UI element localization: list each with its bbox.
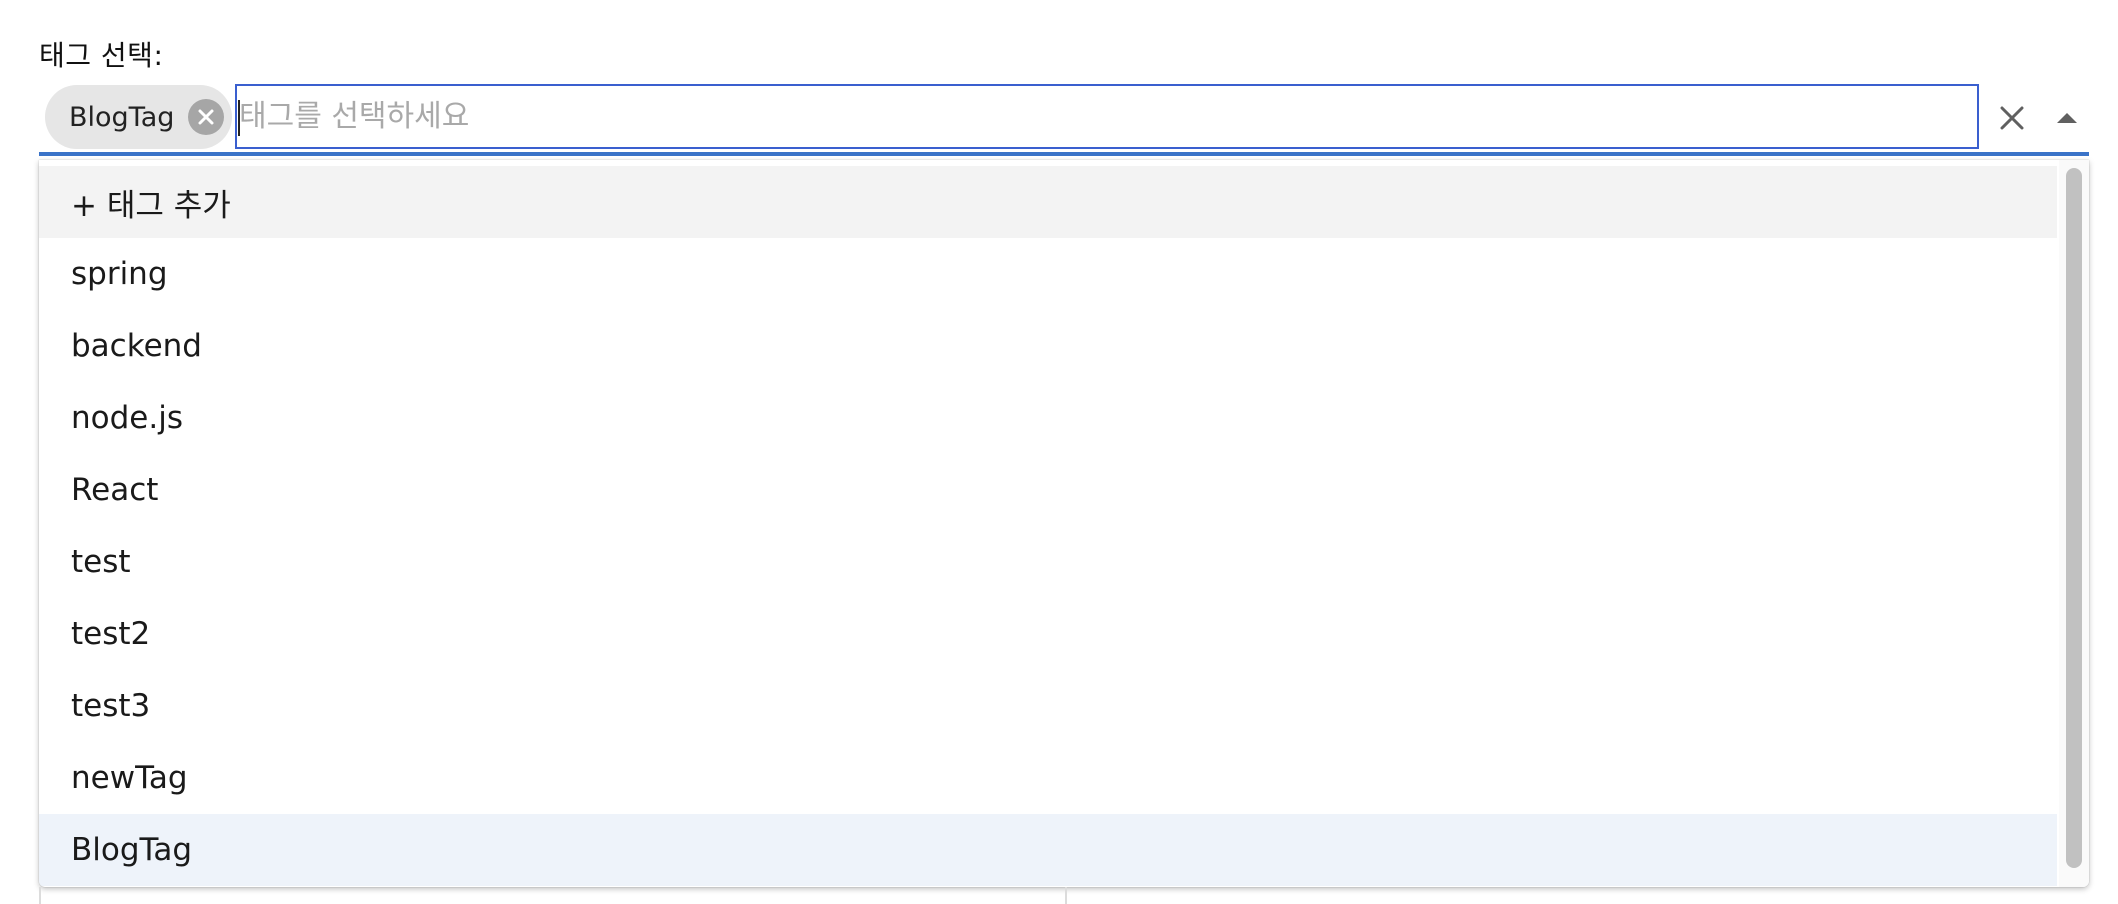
tag-chip-blogtag[interactable]: BlogTag: [45, 85, 232, 149]
cancel-circle-icon[interactable]: [188, 99, 224, 135]
tag-select-label: 태그 선택:: [39, 39, 164, 72]
tag-autocomplete-field[interactable]: BlogTag: [39, 82, 2089, 156]
tag-search-input[interactable]: [237, 86, 1977, 147]
table-divider: [39, 887, 41, 904]
close-icon[interactable]: [1992, 98, 2032, 138]
underlying-table-edge: [39, 887, 2089, 904]
add-tag-option[interactable]: + 태그 추가: [39, 166, 2057, 238]
tag-option-test[interactable]: test: [39, 526, 2057, 598]
menu-scrollbar[interactable]: [2059, 160, 2089, 887]
tag-option-test2[interactable]: test2: [39, 598, 2057, 670]
menu-scrollbar-thumb[interactable]: [2066, 168, 2082, 868]
text-caret: [238, 100, 240, 136]
tag-option-blogtag[interactable]: BlogTag: [39, 814, 2057, 886]
tag-options-menu: + 태그 추가 spring backend node.js React tes…: [39, 160, 2089, 887]
tag-option-spring[interactable]: spring: [39, 238, 2057, 310]
tag-option-backend[interactable]: backend: [39, 310, 2057, 382]
tag-chip-label: BlogTag: [69, 101, 175, 133]
tag-options-list: + 태그 추가 spring backend node.js React tes…: [39, 166, 2057, 886]
table-divider: [1065, 887, 1067, 904]
tag-option-nodejs[interactable]: node.js: [39, 382, 2057, 454]
tag-option-test3[interactable]: test3: [39, 670, 2057, 742]
tag-option-react[interactable]: React: [39, 454, 2057, 526]
tag-search-input-box[interactable]: [235, 84, 1979, 149]
arrow-drop-up-icon[interactable]: [2047, 98, 2087, 138]
tag-option-newtag[interactable]: newTag: [39, 742, 2057, 814]
